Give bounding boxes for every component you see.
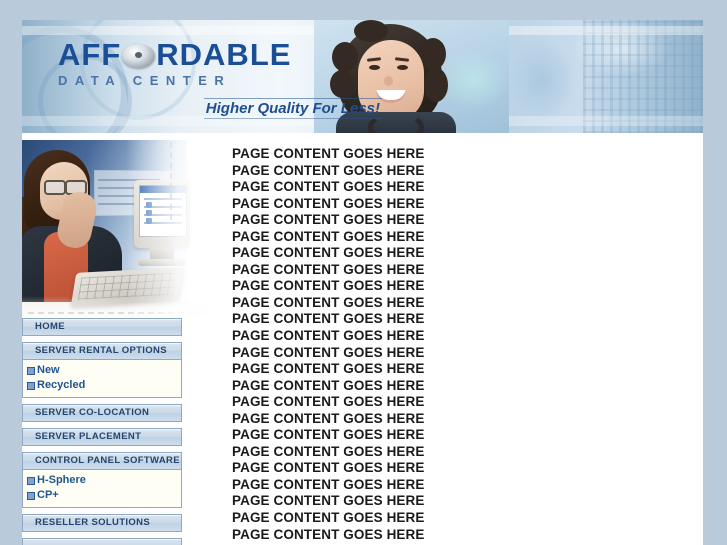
content-line: PAGE CONTENT GOES HERE	[232, 443, 425, 459]
nav-header-server-rental-options[interactable]: SERVER RENTAL OPTIONS	[22, 342, 182, 360]
nav-submenu: New Recycled	[22, 360, 182, 398]
nav-item-label: H-Sphere	[37, 474, 86, 486]
nav-group: SERVER RENTAL OPTIONS New Recycled	[22, 342, 182, 398]
content-line: PAGE CONTENT GOES HERE	[232, 179, 425, 195]
content-line: PAGE CONTENT GOES HERE	[232, 493, 425, 509]
nav-header-server-co-location[interactable]: SERVER CO-LOCATION	[22, 404, 182, 422]
content-line: PAGE CONTENT GOES HERE	[232, 394, 425, 410]
nav-group: SERVER CO-LOCATION	[22, 404, 182, 422]
nav-header-item[interactable]	[22, 538, 182, 545]
bullet-square-icon	[27, 382, 35, 390]
nav-item-label: New	[37, 364, 60, 376]
content-line: PAGE CONTENT GOES HERE	[232, 361, 425, 377]
agent-hair-curl	[330, 70, 354, 98]
content-line: PAGE CONTENT GOES HERE	[232, 294, 425, 310]
content-line: PAGE CONTENT GOES HERE	[232, 245, 425, 261]
content-line: PAGE CONTENT GOES HERE	[232, 377, 425, 393]
nav-group: CONTROL PANEL SOFTWARE H-Sphere CP+	[22, 452, 182, 508]
logo-wordmark: AFF RDABLE	[58, 38, 308, 72]
content-line: PAGE CONTENT GOES HERE	[232, 476, 425, 492]
content-line: PAGE CONTENT GOES HERE	[232, 460, 425, 476]
content-line: PAGE CONTENT GOES HERE	[232, 510, 425, 526]
nav-header-home[interactable]: HOME	[22, 318, 182, 336]
content-line: PAGE CONTENT GOES HERE	[232, 261, 425, 277]
main-navigation: HOME SERVER RENTAL OPTIONS New Recycled SERV…	[22, 318, 182, 545]
agent-eye	[369, 65, 380, 70]
content-line: PAGE CONTENT GOES HERE	[232, 162, 425, 178]
nav-header-server-placement[interactable]: SERVER PLACEMENT	[22, 428, 182, 446]
content-line: PAGE CONTENT GOES HERE	[232, 427, 425, 443]
content-line: PAGE CONTENT GOES HERE	[232, 410, 425, 426]
content-line: PAGE CONTENT GOES HERE	[232, 344, 425, 360]
content-line: PAGE CONTENT GOES HERE	[232, 212, 425, 228]
bullet-square-icon	[27, 477, 35, 485]
content-line: PAGE CONTENT GOES HERE	[232, 146, 425, 161]
agent-eye	[397, 65, 408, 70]
nav-group: HOME	[22, 318, 182, 336]
bullet-square-icon	[27, 492, 35, 500]
agent-photo-glow	[439, 50, 509, 110]
nav-header-control-panel-software[interactable]: CONTROL PANEL SOFTWARE	[22, 452, 182, 470]
tagline-container: Higher Quality For Less!	[142, 98, 382, 119]
sidebar-feature-photo	[22, 140, 222, 330]
nav-item-h-sphere[interactable]: H-Sphere	[23, 473, 181, 488]
nav-item-cp[interactable]: CP+	[23, 488, 181, 503]
tagline-text: Higher Quality For Less!	[203, 98, 382, 119]
nav-item-new[interactable]: New	[23, 363, 181, 378]
content-line: PAGE CONTENT GOES HERE	[232, 195, 425, 211]
content-line: PAGE CONTENT GOES HERE	[232, 311, 425, 327]
bullet-square-icon	[27, 367, 35, 375]
page-container: AFF RDABLE DATA CENTER Higher Quality For…	[22, 20, 703, 545]
content-line: PAGE CONTENT GOES HERE	[232, 228, 425, 244]
content-line: PAGE CONTENT GOES HERE	[232, 328, 425, 344]
logo-subtitle: DATA CENTER	[58, 73, 232, 88]
nav-item-recycled[interactable]: Recycled	[23, 378, 181, 393]
nav-group: RESELLER SOLUTIONS	[22, 514, 182, 532]
agent-hair-curl	[354, 20, 388, 42]
content-line: PAGE CONTENT GOES HERE	[232, 278, 425, 294]
nav-item-label: CP+	[37, 489, 59, 501]
agent-hair-curl	[424, 68, 448, 102]
nav-group	[22, 538, 182, 545]
nav-group: SERVER PLACEMENT	[22, 428, 182, 446]
agent-hair-curl	[420, 38, 446, 70]
agent-nose	[384, 76, 393, 86]
page-content-area: PAGE CONTENT GOES HERE PAGE CONTENT GOES …	[232, 146, 672, 543]
logo-wordmark-post: RDABLE	[156, 37, 292, 72]
nav-header-reseller-solutions[interactable]: RESELLER SOLUTIONS	[22, 514, 182, 532]
agent-hair-curl	[332, 42, 358, 72]
site-logo[interactable]: AFF RDABLE DATA CENTER	[58, 38, 308, 89]
nav-item-label: Recycled	[37, 379, 86, 391]
site-banner: AFF RDABLE DATA CENTER Higher Quality For…	[22, 20, 703, 133]
content-line: PAGE CONTENT GOES HERE	[232, 526, 425, 542]
disc-icon	[122, 42, 156, 70]
logo-wordmark-pre: AFF	[58, 37, 122, 72]
nav-submenu: H-Sphere CP+	[22, 470, 182, 508]
